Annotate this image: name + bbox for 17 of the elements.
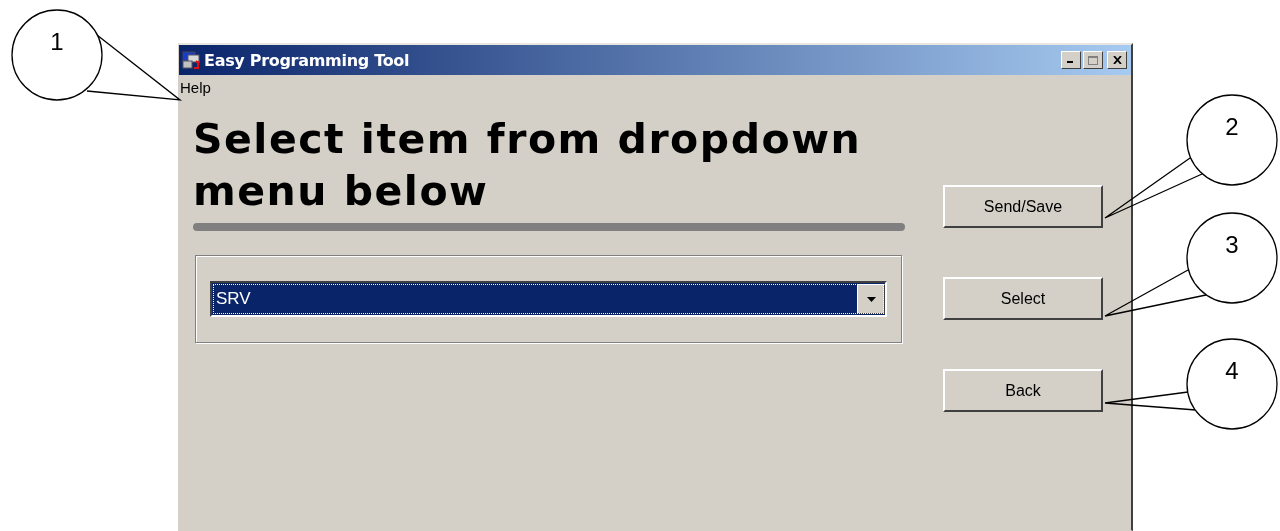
app-icon xyxy=(182,51,200,69)
minimize-button[interactable] xyxy=(1061,51,1081,69)
action-button[interactable]: Select xyxy=(943,277,1103,320)
close-button[interactable] xyxy=(1107,51,1127,69)
dropdown[interactable]: SRV xyxy=(210,281,887,317)
callout-number: 4 xyxy=(1225,357,1239,384)
window-title: Easy Programming Tool xyxy=(204,50,410,70)
maximize-icon xyxy=(1088,55,1098,65)
menu-item[interactable]: Help xyxy=(179,78,212,96)
callout-number: 1 xyxy=(50,28,64,55)
callout-number: 2 xyxy=(1225,113,1239,140)
action-button[interactable]: Send/Save xyxy=(943,185,1103,228)
callout-number: 3 xyxy=(1225,231,1239,258)
maximize-button[interactable] xyxy=(1083,51,1103,69)
action-button[interactable]: Back xyxy=(943,369,1103,412)
close-icon xyxy=(1112,56,1122,64)
heading: Select item from dropdown menu below xyxy=(193,114,863,217)
